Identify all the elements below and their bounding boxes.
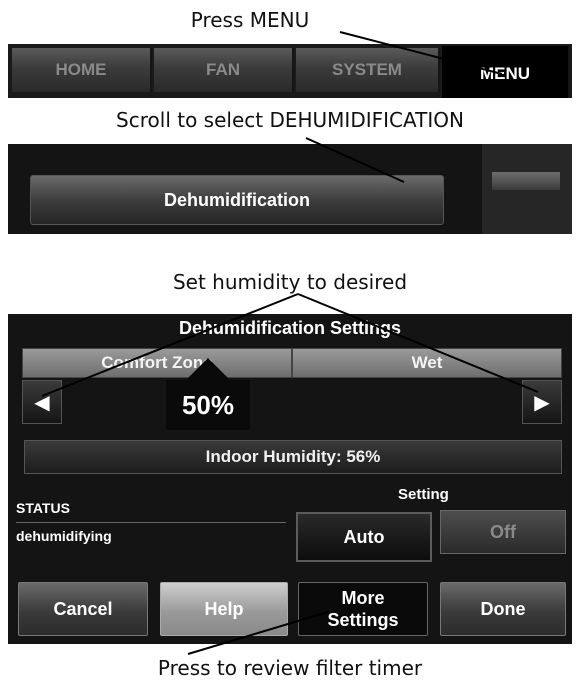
callout-line-left-arrow [41, 293, 299, 397]
callout-line-dehumidification [305, 137, 405, 183]
callout-line-right-arrow [297, 293, 539, 393]
callout-line-more-settings [187, 611, 329, 655]
callout-line-menu [339, 31, 503, 75]
callout-lines [41, 31, 539, 655]
